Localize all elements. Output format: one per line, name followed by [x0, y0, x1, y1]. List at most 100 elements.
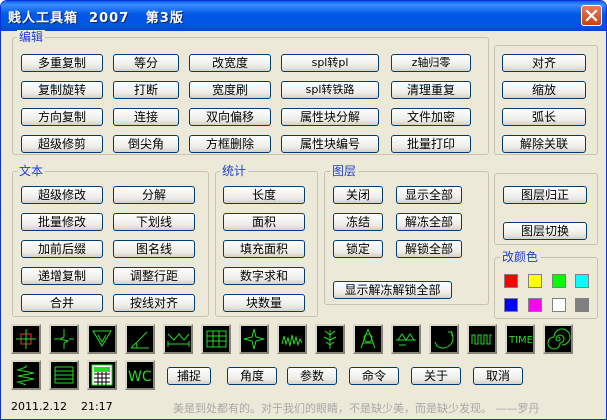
button-line-spacing[interactable]: 调整行距: [113, 267, 195, 285]
button-batch-print[interactable]: 批量打印: [391, 135, 471, 153]
angle-icon: [130, 331, 149, 349]
arc-arrow-tool-button[interactable]: [429, 324, 459, 354]
button-disassociate[interactable]: 解除关联: [502, 135, 586, 153]
button-about[interactable]: 关于: [411, 367, 461, 385]
spiral-tool-button[interactable]: [543, 324, 573, 354]
button-layer-lock[interactable]: 锁定: [333, 240, 383, 258]
break-line-icon: [54, 329, 74, 349]
button-change-width[interactable]: 改宽度: [189, 54, 271, 72]
app-window: 贱人工具箱 2007 第3版 编辑 多重复制 等分 改宽度 spl转pl z轴归…: [0, 0, 607, 420]
button-merge[interactable]: 合并: [21, 294, 103, 312]
button-scale[interactable]: 缩放: [502, 81, 586, 99]
button-align[interactable]: 对齐: [502, 54, 586, 72]
button-add-prefix-suffix[interactable]: 加前后缀: [21, 240, 103, 258]
button-explode-attribute-block[interactable]: 属性块分解: [281, 108, 379, 126]
triangle-mark-tool-button[interactable]: [87, 324, 117, 354]
arc-arrow-icon: [434, 331, 454, 349]
button-attribute-block-number[interactable]: 属性块编号: [281, 135, 379, 153]
status-datetime: 2011.2.12 21:17: [11, 400, 113, 413]
star-shape-tool-button[interactable]: [239, 324, 269, 354]
color-swatch[interactable]: [575, 274, 589, 288]
button-direction-copy[interactable]: 方向复制: [21, 108, 103, 126]
break-line-tool-button[interactable]: [49, 324, 79, 354]
zigzag-tool-button[interactable]: [467, 324, 497, 354]
button-width-brush[interactable]: 宽度刷: [189, 81, 271, 99]
tree-icon: [323, 330, 337, 349]
button-chamfer[interactable]: 倒尖角: [113, 135, 179, 153]
color-group-label: 改颜色: [500, 250, 541, 264]
time-text-tool-button[interactable]: TIME: [505, 324, 535, 354]
button-show-thaw-unlock-all[interactable]: 显示解冻解锁全部: [333, 281, 452, 299]
color-swatch[interactable]: [552, 274, 566, 288]
angle-tool-button[interactable]: [125, 324, 155, 354]
calculator-icon: [91, 364, 113, 386]
button-layer-off[interactable]: 关闭: [333, 186, 383, 204]
color-swatch[interactable]: [552, 298, 566, 312]
color-swatch[interactable]: [528, 298, 542, 312]
button-divide[interactable]: 等分: [113, 54, 179, 72]
spring-tool-button[interactable]: [11, 360, 41, 390]
button-spl-to-pl[interactable]: spl转pl: [281, 54, 379, 72]
button-area[interactable]: 面积: [223, 213, 305, 231]
button-thaw-all[interactable]: 解冻全部: [396, 213, 462, 231]
color-swatch[interactable]: [504, 274, 518, 288]
button-parameters[interactable]: 参数: [287, 367, 337, 385]
button-file-encrypt[interactable]: 文件加密: [391, 108, 471, 126]
button-box-delete[interactable]: 方框删除: [189, 135, 271, 153]
stats-group-label: 统计: [220, 164, 249, 178]
button-super-modify[interactable]: 超级修改: [21, 186, 103, 204]
stack-lines-tool-button[interactable]: [49, 360, 79, 390]
stack-lines-icon: [54, 366, 74, 384]
wave-line-tool-button[interactable]: [277, 324, 307, 354]
tree-tool-button[interactable]: [315, 324, 345, 354]
button-arc-length[interactable]: 弧长: [502, 108, 586, 126]
color-swatch[interactable]: [575, 298, 589, 312]
close-icon: [585, 9, 598, 22]
color-swatch[interactable]: [504, 298, 518, 312]
button-bidirectional-offset[interactable]: 双向偏移: [189, 108, 271, 126]
wc-text-icon: WC: [128, 369, 152, 385]
calculator-tool-button[interactable]: [87, 360, 117, 390]
table-grid-tool-button[interactable]: [201, 324, 231, 354]
button-z-axis-zero[interactable]: z轴归零: [391, 54, 471, 72]
button-connect[interactable]: 连接: [113, 108, 179, 126]
button-align-to-line[interactable]: 按线对齐: [113, 294, 195, 312]
button-block-count[interactable]: 块数量: [223, 294, 305, 312]
level-mark-tool-button[interactable]: [391, 324, 421, 354]
button-multi-copy[interactable]: 多重复制: [21, 54, 103, 72]
dimension-tool-button[interactable]: [163, 324, 193, 354]
triangle-mark-icon: [92, 330, 112, 347]
button-clean-duplicates[interactable]: 清理重复: [391, 81, 471, 99]
button-increment-copy[interactable]: 递增复制: [21, 267, 103, 285]
button-number-sum[interactable]: 数字求和: [223, 267, 305, 285]
button-layer-freeze[interactable]: 冻结: [333, 213, 383, 231]
button-angle[interactable]: 角度: [227, 367, 277, 385]
edit-group-label: 编辑: [17, 30, 46, 44]
compass-tool-button[interactable]: [353, 324, 383, 354]
zigzag-icon: [471, 334, 492, 345]
button-snap[interactable]: 捕捉: [167, 367, 211, 385]
button-unlock-all[interactable]: 解锁全部: [396, 240, 462, 258]
button-break[interactable]: 打断: [113, 81, 179, 99]
color-swatch[interactable]: [528, 274, 542, 288]
button-length[interactable]: 长度: [223, 186, 305, 204]
button-fill-area[interactable]: 填充面积: [223, 240, 305, 258]
button-batch-modify[interactable]: 批量修改: [21, 213, 103, 231]
button-title-line[interactable]: 图名线: [113, 240, 195, 258]
button-spl-to-railway[interactable]: spl转铁路: [281, 81, 379, 99]
wc-text-tool-button[interactable]: WC: [125, 360, 155, 390]
crosshair-snap-tool-button[interactable]: [11, 324, 41, 354]
button-underline[interactable]: 下划线: [113, 213, 195, 231]
button-cancel[interactable]: 取消: [473, 367, 523, 385]
button-copy-rotate[interactable]: 复制旋转: [21, 81, 103, 99]
crosshair-snap-icon: [16, 329, 36, 349]
button-layer-normalize[interactable]: 图层归正: [503, 186, 587, 204]
wave-line-icon: [281, 334, 303, 347]
close-button[interactable]: [581, 5, 602, 26]
button-show-all[interactable]: 显示全部: [396, 186, 462, 204]
button-command[interactable]: 命令: [349, 367, 399, 385]
button-super-trim[interactable]: 超级修剪: [21, 135, 103, 153]
title-bar[interactable]: 贱人工具箱 2007 第3版: [1, 1, 606, 31]
button-layer-switch[interactable]: 图层切换: [503, 222, 587, 240]
button-explode-text[interactable]: 分解: [113, 186, 195, 204]
